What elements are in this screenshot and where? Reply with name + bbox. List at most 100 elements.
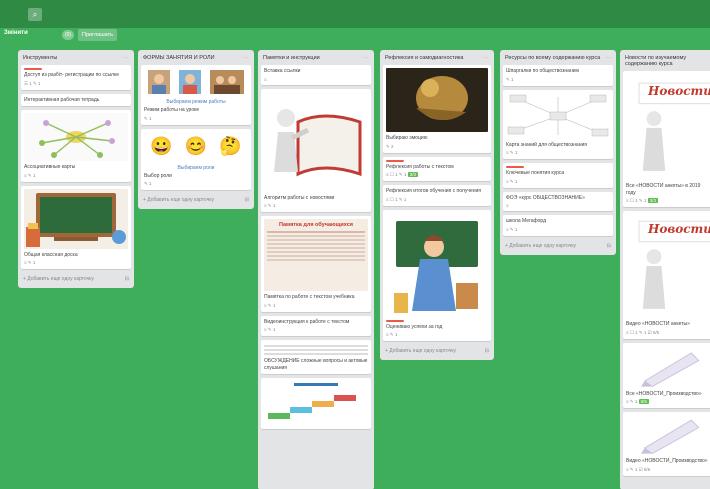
news-poster-text: Новости xyxy=(648,222,710,236)
card-badges: ✎ 1 xyxy=(144,181,152,186)
pencil-image xyxy=(626,346,710,388)
memo-poster-image: Памятка для обучающихся xyxy=(264,219,368,291)
card[interactable]: Все «НОВОСТИ_Производство» ≡ ✎ 1 5/5 xyxy=(623,342,710,408)
list-memos: Памятки и инструкции ··· Вставка ссылки … xyxy=(258,50,374,489)
card-title: Все «НОВОСТИ анкеты» в 2019 году xyxy=(626,183,701,196)
card[interactable]: Рефлексия итогов обучения с получения ≡ … xyxy=(383,185,491,206)
checklist-badge: 3/3 xyxy=(407,172,418,177)
mindmap-icon xyxy=(24,113,128,161)
card[interactable]: Общая классная доска ≡ ✎ 1 xyxy=(21,185,131,269)
card-badges: ≡ ✎ 1 xyxy=(24,260,36,265)
card-badges: ≡ ✎ 1 xyxy=(264,302,276,308)
card[interactable]: Ключевые понятия курса ≡ ✎ 1 xyxy=(503,163,613,188)
card[interactable]: Ассоциативные карты ≡ ✎ 1 xyxy=(21,110,131,182)
card-caption: Выбираем роли xyxy=(177,164,215,171)
card[interactable]: Карта знаний для обществознания ≡ ✎ 1 xyxy=(503,89,613,159)
card[interactable]: Интерактивная рабочая тетрадь xyxy=(21,93,131,106)
card-title: Алгоритм работы с новостями xyxy=(264,194,335,201)
add-card-button[interactable]: + Добавить еще одну карточку ⊟ xyxy=(383,345,491,357)
template-icon[interactable]: ⊟ xyxy=(245,197,249,203)
card[interactable]: 😀 😊 🤔 Выбираем роли Выбор роли ✎ 1 xyxy=(141,128,251,190)
poster-title: Памятка для обучающихся xyxy=(279,222,353,228)
checklist-badge: 3/3 xyxy=(647,198,658,203)
card[interactable]: Видео «НОВОСТИ_Производство» ≡ ✎ 1 ☑ 5/5 xyxy=(623,412,710,476)
classroom-photo-icon xyxy=(209,70,244,94)
card[interactable] xyxy=(261,378,371,429)
template-icon[interactable]: ⊟ xyxy=(607,243,611,249)
board-title[interactable]: Змінити xyxy=(4,30,28,36)
card-badges: ≡ ☐ 1 ✎ 1 xyxy=(386,172,407,177)
teacher-image xyxy=(386,212,488,317)
card-title: Видео «НОВОСТИ_Производство» xyxy=(626,458,708,464)
card-title: Шпаргалки по обществознанию xyxy=(506,68,580,74)
template-icon[interactable]: ⊟ xyxy=(485,348,489,354)
card-badges: ✎ 1 xyxy=(144,115,152,121)
list-title[interactable]: ФОРМЫ ЗАНЯТИЯ И РОЛИ xyxy=(143,55,215,61)
card[interactable]: Оцениваю успехи за год ≡ ✎ 1 xyxy=(383,209,491,341)
card-badges: ≡ ✎ 1 xyxy=(506,178,518,184)
people-photo-icon xyxy=(148,70,171,94)
list-menu-icon[interactable]: ··· xyxy=(243,55,249,61)
work-mode-image xyxy=(144,68,248,96)
add-card-button[interactable]: + Добавить еще одну карточку ⊟ xyxy=(141,194,251,206)
card[interactable]: школа Мегафорд ≡ ✎ 1 xyxy=(503,215,613,236)
list-menu-icon[interactable]: ··· xyxy=(605,55,611,61)
group-photo-icon xyxy=(178,70,201,94)
card-badges: ≡ ✎ 1 xyxy=(264,203,276,208)
card[interactable]: Рефлексия работы с текстом ≡ ☐ 1 ✎ 1 3/3 xyxy=(383,156,491,181)
list-title[interactable]: Памятки и инструкции xyxy=(263,55,320,61)
card-badges: ✎ 1 xyxy=(506,76,514,82)
members-count-badge[interactable]: (0) xyxy=(62,30,74,40)
card[interactable]: ОБСУЖДЕНИЕ сложные вопросы и актовые слу… xyxy=(261,340,371,374)
add-card-button[interactable]: + Добавить еще одну карточку ⊟ xyxy=(503,240,613,252)
smile-emoji-icon: 😀 xyxy=(150,136,173,156)
card-title: ФОЭ «курс ОБЩЕСТВОЗНАНИЕ» xyxy=(506,194,585,201)
card-title: Памятка по работе с текстом учебника xyxy=(264,294,355,300)
list-menu-icon[interactable]: ··· xyxy=(363,55,369,61)
add-card-button[interactable]: + Добавить еще одну карточку ⊟ xyxy=(21,273,131,285)
list-title[interactable]: Рефлексия и самодиагностика xyxy=(385,55,463,61)
search-icon[interactable]: ⌕ xyxy=(28,8,42,21)
card-badges: ≡ ✎ 1 ☑ 5/5 xyxy=(626,466,651,472)
list-news: Новости по изучаемому содержанию курса Н… xyxy=(620,50,710,489)
card-title: Видео «НОВОСТИ анкеты» xyxy=(626,321,690,327)
thinker-statue-icon xyxy=(386,68,488,132)
list-menu-icon[interactable]: ··· xyxy=(483,55,489,61)
card[interactable]: ФОЭ «курс ОБЩЕСТВОЗНАНИЕ» ≡ xyxy=(503,191,613,211)
card-badges: ≡ ☐ 1 ✎ 1 xyxy=(626,198,647,203)
card[interactable]: Алгоритм работы с новостями ≡ ✎ 1 xyxy=(261,88,371,212)
card[interactable]: Видеоинструкция к работе с текстом ≡ ✎ 1 xyxy=(261,315,371,336)
card-title: Интерактивная рабочая тетрадь xyxy=(24,96,100,103)
pencil-image xyxy=(626,415,710,455)
card[interactable]: Доступ из разбіт- регистрации по ссылке … xyxy=(21,65,131,90)
card-badges: ≡ xyxy=(506,203,509,208)
stairs-diagram-icon xyxy=(264,381,368,423)
list-title[interactable]: Инструменты xyxy=(23,55,57,61)
card-title: Рефлексия работы с текстом xyxy=(386,163,454,170)
card[interactable]: Шпаргалки по обществознанию ✎ 1 xyxy=(503,65,613,86)
roles-image: 😀 😊 🤔 xyxy=(144,132,248,162)
card[interactable]: Вставка ссылки ≡ xyxy=(261,65,371,85)
card-title: ОБСУЖДЕНИЕ сложные вопросы и актовые слу… xyxy=(264,358,368,371)
card-title: Ассоциативные карты xyxy=(24,164,76,170)
share-button[interactable]: Приглашать xyxy=(78,29,117,41)
knowledge-map-icon xyxy=(506,92,610,139)
list-title[interactable]: Новости по изучаемому содержанию курса xyxy=(625,55,710,67)
template-icon[interactable]: ⊟ xyxy=(125,276,129,282)
card-badges: ≡ ✎ 1 xyxy=(506,150,518,155)
card-title: Карта знаний для обществознания xyxy=(506,141,587,148)
card-badges: ≡ ☐ 1 ✎ 1 ☑ 5/5 xyxy=(626,329,660,335)
list-menu-icon[interactable]: ··· xyxy=(123,55,129,61)
card[interactable]: Выбираем режим работы Режим работы на ур… xyxy=(141,65,251,125)
card[interactable]: Новости Видео «НОВОСТИ анкеты» ≡ ☐ 1 ✎ 1… xyxy=(623,211,710,339)
card[interactable]: Новости Все «НОВОСТИ анкеты» в 2019 году… xyxy=(623,71,710,207)
card-badges: ☰ 1 ✎ 1 xyxy=(24,80,41,86)
card-title: Выбор роли xyxy=(144,172,172,179)
card-title: Оцениваю успехи за год xyxy=(386,323,443,330)
list-title[interactable]: Ресурсы по всему содержанию курса xyxy=(505,55,600,61)
card[interactable]: Памятка для обучающихся Памятка по работ… xyxy=(261,216,371,312)
card[interactable]: Выбираю эмоцию ✎ 2 xyxy=(383,65,491,153)
knowledge-map-image xyxy=(506,92,610,139)
emotion-image xyxy=(386,68,488,132)
stairs-diagram-image xyxy=(264,381,368,423)
